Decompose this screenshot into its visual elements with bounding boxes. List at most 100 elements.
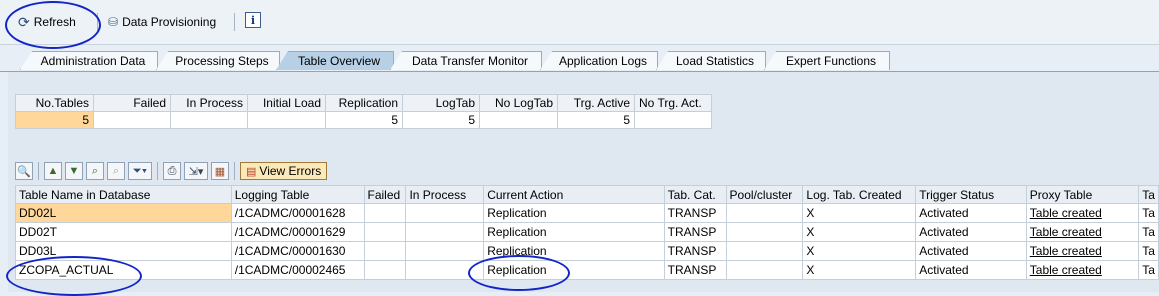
filter-icon[interactable]: ⏷▾ — [128, 162, 152, 180]
column-header[interactable]: In Process — [405, 185, 485, 204]
cell-logging-table[interactable]: /1CADMC/00002465 — [230, 260, 365, 280]
cell-trigger-status[interactable]: Activated — [915, 203, 1027, 223]
cell-in-process[interactable] — [405, 203, 485, 223]
tab-data-transfer-monitor[interactable]: Data Transfer Monitor — [390, 51, 542, 70]
data-provisioning-button[interactable]: ⛁ Data Provisioning — [108, 12, 216, 32]
summary-value-in-process[interactable] — [170, 111, 248, 129]
summary-value-replication[interactable]: 5 — [325, 111, 403, 129]
column-header[interactable]: Failed — [363, 185, 407, 204]
toolbar-separator — [97, 13, 98, 31]
summary-value-no-logtab[interactable] — [479, 111, 558, 129]
column-header[interactable]: Log. Tab. Created — [802, 185, 917, 204]
summary-value-initial-load[interactable] — [247, 111, 326, 129]
toolbar-separator — [38, 162, 39, 180]
cell-failed[interactable] — [363, 222, 407, 242]
summary-value-no-trg-act[interactable] — [634, 111, 712, 129]
table-row[interactable]: ZCOPA_ACTUAL /1CADMC/00002465 Replicatio… — [15, 260, 1159, 280]
cell-tab-cat[interactable]: TRANSP — [663, 203, 727, 223]
cell-logging-table[interactable]: /1CADMC/00001628 — [230, 203, 365, 223]
cell-table-name[interactable]: ZCOPA_ACTUAL — [15, 260, 232, 280]
cell-table-name[interactable]: DD03L — [15, 241, 232, 261]
cell-failed[interactable] — [363, 241, 407, 261]
cell-table-name[interactable]: DD02T — [15, 222, 232, 242]
cell-log-tab-created[interactable]: X — [802, 260, 917, 280]
find-icon[interactable]: ⌕ — [86, 162, 104, 180]
column-header[interactable]: Logging Table — [230, 185, 365, 204]
summary-value-failed[interactable] — [93, 111, 171, 129]
column-header[interactable]: Tab. Cat. — [663, 185, 727, 204]
sort-descending-icon[interactable]: ▼ — [65, 162, 83, 180]
column-header[interactable]: Table Name in Database — [15, 185, 232, 204]
cell-ta[interactable]: Ta — [1138, 222, 1159, 242]
cell-failed[interactable] — [363, 260, 407, 280]
proxy-table-link[interactable]: Table created — [1030, 225, 1102, 239]
cell-in-process[interactable] — [405, 241, 485, 261]
toolbar-separator — [157, 162, 158, 180]
details-icon[interactable]: 🔍 — [15, 162, 33, 180]
cell-log-tab-created[interactable]: X — [802, 241, 917, 261]
cell-ta[interactable]: Ta — [1138, 241, 1159, 261]
cell-ta[interactable]: Ta — [1138, 203, 1159, 223]
cell-trigger-status[interactable]: Activated — [915, 241, 1027, 261]
tab-expert-functions[interactable]: Expert Functions — [764, 51, 890, 70]
tab-processing-steps[interactable]: Processing Steps — [156, 51, 280, 70]
cell-ta[interactable]: Ta — [1138, 260, 1159, 280]
proxy-table-link[interactable]: Table created — [1030, 206, 1102, 220]
tab-load-statistics[interactable]: Load Statistics — [656, 51, 766, 70]
cell-pool-cluster[interactable] — [725, 203, 804, 223]
cell-current-action[interactable]: Replication — [483, 203, 665, 223]
cell-table-name[interactable]: DD02L — [15, 203, 232, 223]
cell-proxy-table-link[interactable]: Table created — [1025, 222, 1140, 242]
cell-in-process[interactable] — [405, 260, 485, 280]
column-header[interactable]: Current Action — [483, 185, 665, 204]
cell-proxy-table-link[interactable]: Table created — [1025, 260, 1140, 280]
tab-administration-data[interactable]: Administration Data — [20, 51, 158, 70]
alv-toolbar: 🔍 ▲ ▼ ⌕ ⌕ ⏷▾ ⎙ ⇲▾ ▦ ▤ View Errors — [15, 160, 328, 182]
table-row[interactable]: DD03L /1CADMC/00001630 Replication TRANS… — [15, 241, 1159, 261]
cell-tab-cat[interactable]: TRANSP — [663, 260, 727, 280]
summary-value-no-tables[interactable]: 5 — [15, 111, 94, 129]
column-header[interactable]: Proxy Table — [1025, 185, 1140, 204]
info-icon[interactable]: i — [245, 12, 261, 28]
tab-label: Table Overview — [297, 54, 381, 68]
cell-proxy-table-link[interactable]: Table created — [1025, 203, 1140, 223]
refresh-button[interactable]: ⟳ Refresh — [18, 12, 76, 32]
column-header[interactable]: Trigger Status — [915, 185, 1027, 204]
summary-value-logtab[interactable]: 5 — [402, 111, 480, 129]
cell-proxy-table-link[interactable]: Table created — [1025, 241, 1140, 261]
print-icon[interactable]: ⎙ — [163, 162, 181, 180]
cell-failed[interactable] — [363, 203, 407, 223]
table-row[interactable]: DD02L /1CADMC/00001628 Replication TRANS… — [15, 203, 1159, 223]
column-header[interactable]: Pool/cluster — [725, 185, 804, 204]
cell-log-tab-created[interactable]: X — [802, 203, 917, 223]
tab-table-overview[interactable]: Table Overview — [276, 51, 394, 70]
cell-logging-table[interactable]: /1CADMC/00001630 — [230, 241, 365, 261]
layout-icon[interactable]: ▦ — [211, 162, 229, 180]
cell-trigger-status[interactable]: Activated — [915, 222, 1027, 242]
column-header[interactable]: Ta — [1138, 185, 1159, 204]
tab-application-logs[interactable]: Application Logs — [540, 51, 658, 70]
cell-pool-cluster[interactable] — [725, 222, 804, 242]
find-next-icon[interactable]: ⌕ — [107, 162, 125, 180]
cell-current-action[interactable]: Replication — [483, 260, 665, 280]
cell-pool-cluster[interactable] — [725, 260, 804, 280]
cell-tab-cat[interactable]: TRANSP — [663, 241, 727, 261]
summary-header: Replication — [325, 94, 403, 112]
view-errors-button[interactable]: ▤ View Errors — [240, 162, 328, 180]
cell-pool-cluster[interactable] — [725, 241, 804, 261]
cell-tab-cat[interactable]: TRANSP — [663, 222, 727, 242]
cell-log-tab-created[interactable]: X — [802, 222, 917, 242]
export-icon[interactable]: ⇲▾ — [184, 162, 208, 180]
proxy-table-link[interactable]: Table created — [1030, 244, 1102, 258]
cell-current-action[interactable]: Replication — [483, 241, 665, 261]
tab-label: Expert Functions — [785, 54, 877, 68]
sort-ascending-icon[interactable]: ▲ — [44, 162, 62, 180]
cell-logging-table[interactable]: /1CADMC/00001629 — [230, 222, 365, 242]
cell-in-process[interactable] — [405, 222, 485, 242]
cell-trigger-status[interactable]: Activated — [915, 260, 1027, 280]
summary-value-trg-active[interactable]: 5 — [557, 111, 635, 129]
table-row[interactable]: DD02T /1CADMC/00001629 Replication TRANS… — [15, 222, 1159, 242]
cell-current-action[interactable]: Replication — [483, 222, 665, 242]
refresh-icon: ⟳ — [18, 13, 30, 30]
proxy-table-link[interactable]: Table created — [1030, 263, 1102, 277]
